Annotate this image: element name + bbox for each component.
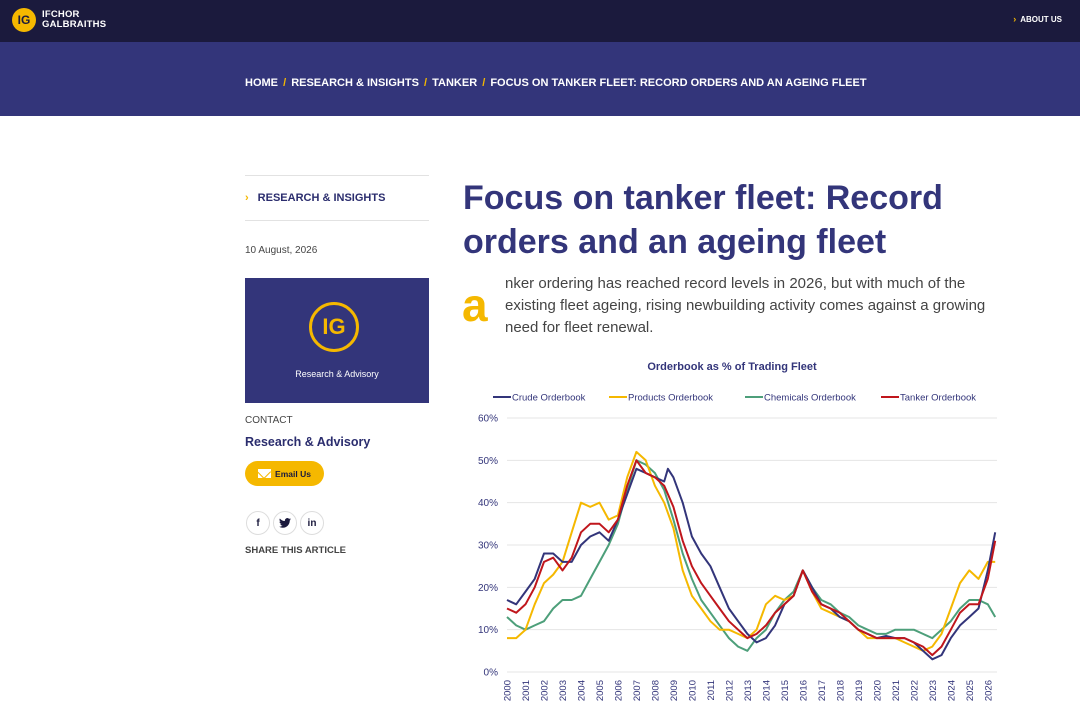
x-tick-label: 2011 xyxy=(706,680,717,700)
x-tick-label: 2022 xyxy=(909,680,920,701)
orderbook-line-chart: 0% 10% 20% 30% 40% 50% 60% 2000 2001 2002 2003 2004… xyxy=(478,393,997,701)
top-navigation-bar: IG IFCHOR GALBRAITHS › ABOUT US xyxy=(0,0,1080,42)
x-tick-label: 2003 xyxy=(558,680,569,701)
breadcrumb-separator: / xyxy=(283,77,287,89)
x-tick-label: 2021 xyxy=(891,680,902,701)
research-advisory-card: IG Research & Advisory xyxy=(245,278,429,403)
breadcrumb-band: HOME / RESEARCH & INSIGHTS / TANKER / FO… xyxy=(0,42,1080,116)
email-us-button[interactable]: Email Us xyxy=(245,461,324,486)
breadcrumb: HOME / RESEARCH & INSIGHTS / TANKER / FO… xyxy=(245,77,867,89)
x-tick-label: 2013 xyxy=(743,680,754,701)
legend-label: Chemicals Orderbook xyxy=(764,393,856,404)
x-tick-label: 2012 xyxy=(724,680,735,701)
logo-line-2: GALBRAITHS xyxy=(42,19,107,30)
email-us-label: Email Us xyxy=(275,468,311,479)
card-caption: Research & Advisory xyxy=(295,369,379,379)
twitter-share-button[interactable] xyxy=(273,511,297,535)
x-tick-label: 2010 xyxy=(687,680,698,701)
sidebar-section-link[interactable]: › RESEARCH & INSIGHTS xyxy=(245,192,385,204)
logo-mark: IG xyxy=(12,8,36,32)
y-tick-label: 10% xyxy=(478,625,498,636)
y-tick-label: 0% xyxy=(484,668,499,679)
y-tick-label: 40% xyxy=(478,498,498,509)
x-tick-label: 2020 xyxy=(872,680,883,701)
sidebar-divider xyxy=(245,220,429,221)
series-line-tanker-orderbook xyxy=(506,459,997,657)
x-tick-label: 2026 xyxy=(983,680,994,701)
envelope-icon xyxy=(258,469,272,478)
x-tick-label: 2017 xyxy=(817,680,828,701)
x-tick-label: 2005 xyxy=(595,680,606,701)
chevron-right-icon: › xyxy=(245,192,249,204)
twitter-icon xyxy=(279,518,291,528)
about-us-link[interactable]: › ABOUT US xyxy=(1013,14,1062,24)
drop-cap: a xyxy=(462,279,488,331)
x-tick-label: 2018 xyxy=(835,680,846,701)
y-tick-label: 60% xyxy=(478,414,498,425)
series-line-products-orderbook xyxy=(507,450,996,652)
legend-label: Tanker Orderbook xyxy=(900,393,976,404)
logo-text: IFCHOR GALBRAITHS xyxy=(42,10,106,30)
x-tick-label: 2001 xyxy=(521,680,532,701)
chart-title: Orderbook as % of Trading Fleet xyxy=(647,361,817,373)
breadcrumb-home[interactable]: HOME xyxy=(245,77,278,89)
facebook-icon: f xyxy=(256,517,260,529)
chevron-right-icon: › xyxy=(1013,14,1017,24)
x-tick-label: 2006 xyxy=(613,680,624,701)
breadcrumb-category[interactable]: TANKER xyxy=(432,77,477,89)
legend-label: Products Orderbook xyxy=(628,393,713,404)
x-tick-label: 2002 xyxy=(539,680,550,701)
linkedin-icon: in xyxy=(307,517,317,529)
x-tick-label: 2023 xyxy=(928,680,939,701)
x-tick-label: 2000 xyxy=(503,680,514,701)
contact-name: Research & Advisory xyxy=(245,435,371,449)
x-tick-label: 2024 xyxy=(946,680,957,701)
breadcrumb-current: FOCUS ON TANKER FLEET: RECORD ORDERS AND… xyxy=(490,77,867,89)
about-us-label: ABOUT US xyxy=(1020,15,1062,24)
contact-label: CONTACT xyxy=(245,415,293,426)
x-tick-label: 2014 xyxy=(761,680,772,701)
x-tick-label: 2019 xyxy=(854,680,865,701)
article-intro: nker ordering has reached record levels … xyxy=(505,275,986,336)
share-label: SHARE THIS ARTICLE xyxy=(245,545,346,556)
y-tick-label: 50% xyxy=(478,456,498,467)
x-tick-label: 2009 xyxy=(669,680,680,701)
x-tick-label: 2007 xyxy=(632,680,643,701)
x-tick-label: 2015 xyxy=(780,680,791,701)
sidebar-section-label: RESEARCH & INSIGHTS xyxy=(257,192,386,204)
y-tick-label: 30% xyxy=(478,541,498,552)
linkedin-share-button[interactable]: in xyxy=(300,511,324,535)
breadcrumb-separator: / xyxy=(482,77,486,89)
x-tick-label: 2004 xyxy=(576,680,587,701)
series-line-crude-orderbook xyxy=(506,467,997,661)
ig-logo-icon: IG xyxy=(309,302,359,352)
legend-label: Crude Orderbook xyxy=(512,393,586,404)
x-tick-label: 2025 xyxy=(965,680,976,701)
site-logo[interactable]: IG IFCHOR GALBRAITHS xyxy=(12,8,106,32)
article-date: 10 August, 2026 xyxy=(245,245,318,256)
sidebar-divider xyxy=(245,175,429,176)
y-tick-label: 20% xyxy=(478,583,498,594)
x-tick-label: 2008 xyxy=(650,680,661,701)
breadcrumb-section[interactable]: RESEARCH & INSIGHTS xyxy=(291,77,419,89)
series-line-chemicals-orderbook xyxy=(506,459,997,652)
article-title: Focus on tanker fleet: Record orders and… xyxy=(463,179,943,261)
facebook-share-button[interactable]: f xyxy=(246,511,270,535)
breadcrumb-separator: / xyxy=(424,77,428,89)
x-tick-label: 2016 xyxy=(798,680,809,701)
